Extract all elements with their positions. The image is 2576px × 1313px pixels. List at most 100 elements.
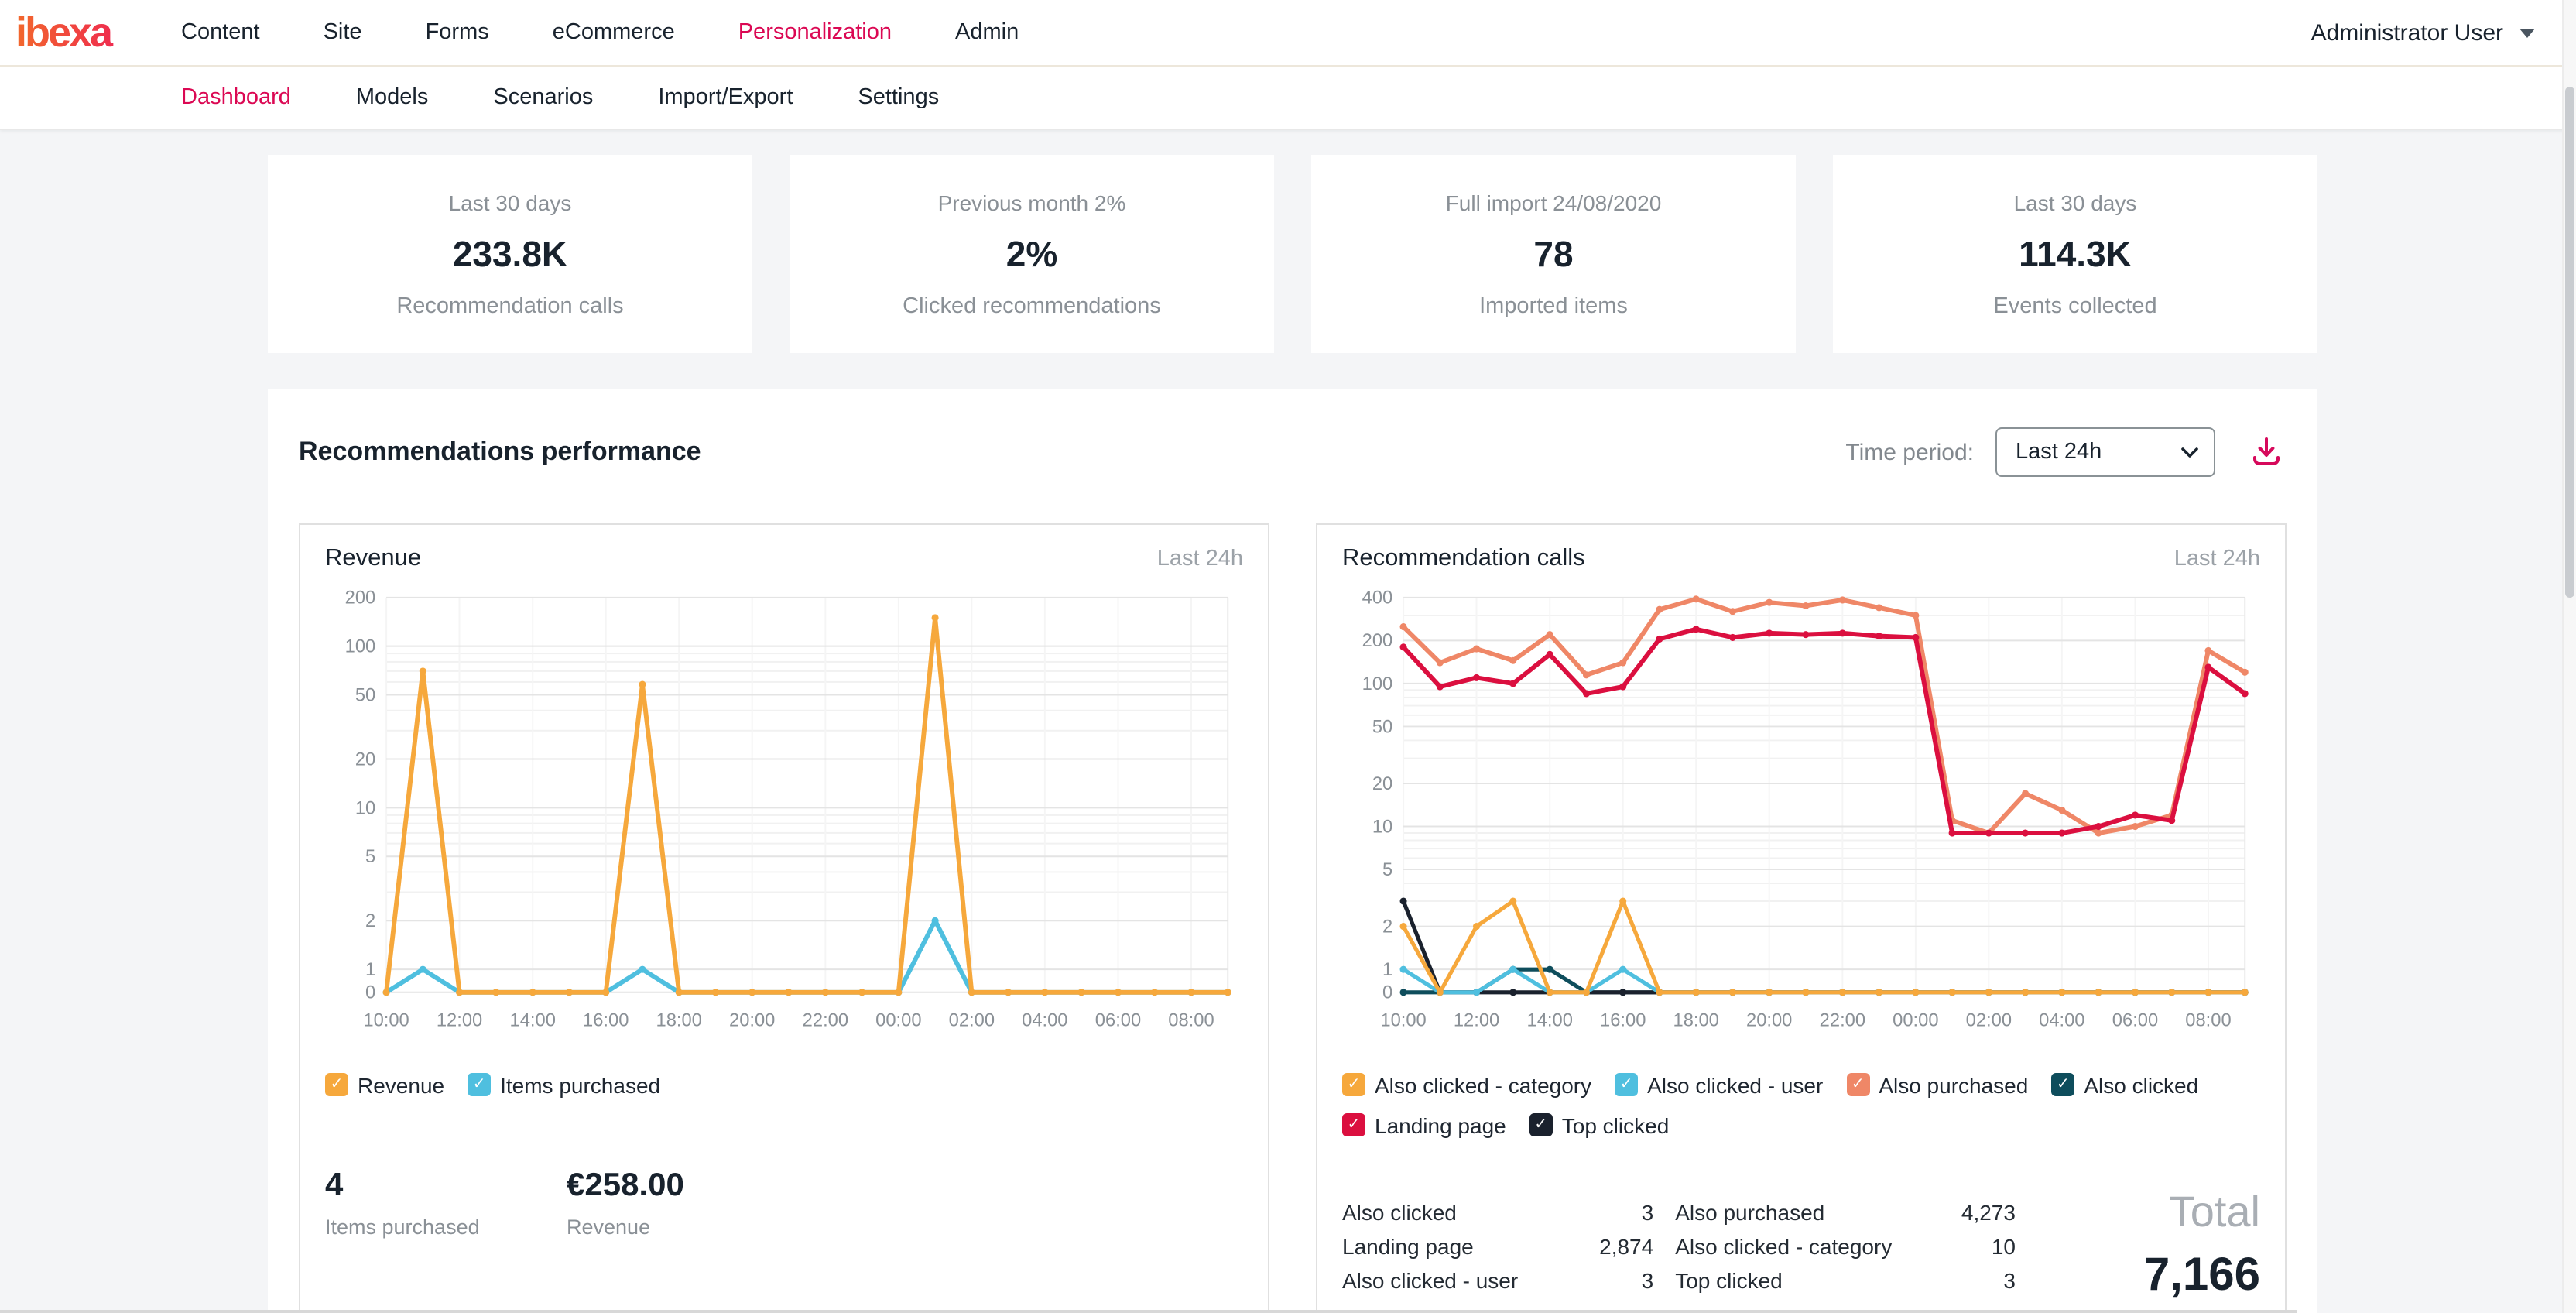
svg-text:04:00: 04:00 xyxy=(1022,1010,1067,1030)
tab-dashboard[interactable]: Dashboard xyxy=(181,85,291,110)
legend-item: Revenue xyxy=(325,1072,444,1097)
calls-summary: Also clicked 3 Also purchased 4,273 Land… xyxy=(1342,1199,2260,1301)
svg-text:00:00: 00:00 xyxy=(1893,1010,1938,1030)
stat-cards-row: Last 30 days 233.8K Recommendation calls… xyxy=(268,155,2317,353)
panel-header: Revenue Last 24h xyxy=(325,545,1243,573)
legend-checkbox[interactable] xyxy=(1530,1113,1553,1136)
legend-label: Also clicked - user xyxy=(1647,1072,1823,1097)
svg-text:0: 0 xyxy=(365,983,375,1003)
summary-value: 4 xyxy=(325,1167,498,1204)
svg-text:06:00: 06:00 xyxy=(2112,1010,2158,1030)
stat-value: 114.3K xyxy=(2019,233,2132,275)
stat-label: Events collected xyxy=(1993,293,2156,318)
svg-text:20: 20 xyxy=(1372,774,1392,794)
svg-text:100: 100 xyxy=(345,637,376,657)
download-button[interactable] xyxy=(2246,432,2287,472)
nav-item-forms[interactable]: Forms xyxy=(426,20,489,45)
svg-text:50: 50 xyxy=(355,685,375,705)
svg-text:04:00: 04:00 xyxy=(2039,1010,2084,1030)
svg-text:14:00: 14:00 xyxy=(510,1010,556,1030)
stat-card-clicked-recommendations: Previous month 2% 2% Clicked recommendat… xyxy=(790,155,1274,353)
svg-text:02:00: 02:00 xyxy=(949,1010,995,1030)
svg-text:1: 1 xyxy=(365,960,375,980)
user-menu-label: Administrator User xyxy=(2311,19,2503,46)
legend-checkbox[interactable] xyxy=(1615,1073,1638,1096)
personalization-sub-nav: Dashboard Models Scenarios Import/Export… xyxy=(0,67,2576,130)
legend-checkbox[interactable] xyxy=(325,1073,348,1096)
download-icon xyxy=(2249,435,2283,469)
tab-models[interactable]: Models xyxy=(356,85,429,110)
summary-label: Revenue xyxy=(567,1215,740,1238)
legend-checkbox[interactable] xyxy=(1342,1113,1365,1136)
revenue-legend: RevenueItems purchased xyxy=(325,1072,1243,1097)
stat-label: Imported items xyxy=(1479,293,1628,318)
nav-item-ecommerce[interactable]: eCommerce xyxy=(553,20,675,45)
summary-row-value: 4,273 xyxy=(1920,1199,2016,1224)
top-bar: ibexa Content Site Forms eCommerce Perso… xyxy=(0,0,2576,67)
panel-period: Last 24h xyxy=(1157,547,1243,571)
summary-row-label: Also clicked xyxy=(1342,1199,1536,1224)
revenue-panel: Revenue Last 24h 200100502010521010:0012… xyxy=(299,523,1269,1313)
charts-row: Revenue Last 24h 200100502010521010:0012… xyxy=(299,523,2287,1313)
summary-row-label: Also clicked - user xyxy=(1342,1267,1536,1292)
legend-label: Revenue xyxy=(358,1072,444,1097)
nav-item-site[interactable]: Site xyxy=(324,20,362,45)
svg-text:16:00: 16:00 xyxy=(583,1010,629,1030)
legend-label: Also clicked - category xyxy=(1375,1072,1591,1097)
nav-item-personalization[interactable]: Personalization xyxy=(738,20,892,45)
chevron-down-icon xyxy=(2181,447,2198,458)
legend-checkbox[interactable] xyxy=(468,1073,491,1096)
svg-text:08:00: 08:00 xyxy=(2185,1010,2231,1030)
recommendations-performance-section: Recommendations performance Time period:… xyxy=(268,389,2317,1313)
calls-legend: Also clicked - category Also clicked - us… xyxy=(1342,1072,2260,1137)
svg-text:1: 1 xyxy=(1382,960,1392,980)
calls-total: Total 7,166 xyxy=(2043,1187,2260,1301)
svg-text:22:00: 22:00 xyxy=(803,1010,848,1030)
time-period-value: Last 24h xyxy=(2016,440,2102,465)
total-label: Total xyxy=(2043,1187,2260,1236)
nav-item-admin[interactable]: Admin xyxy=(955,20,1019,45)
time-period-controls: Time period: Last 24h xyxy=(1845,427,2287,477)
nav-item-content[interactable]: Content xyxy=(181,20,260,45)
stat-caption: Last 30 days xyxy=(2014,190,2137,214)
scrollbar-thumb[interactable] xyxy=(2565,87,2574,598)
summary-row-value: 10 xyxy=(1920,1233,2016,1258)
legend-checkbox[interactable] xyxy=(2051,1073,2074,1096)
summary-row-label: Also purchased xyxy=(1675,1199,1898,1224)
revenue-chart: 200100502010521010:0012:0014:0016:0018:0… xyxy=(325,585,1243,1044)
section-divider xyxy=(0,1310,2297,1313)
revenue-summary: 4 Items purchased €258.00 Revenue xyxy=(325,1167,1243,1238)
user-menu[interactable]: Administrator User xyxy=(2311,19,2536,46)
legend-checkbox[interactable] xyxy=(1342,1073,1365,1096)
svg-text:10:00: 10:00 xyxy=(363,1010,409,1030)
svg-text:2: 2 xyxy=(1382,917,1392,938)
time-period-select[interactable]: Last 24h xyxy=(1995,427,2215,477)
legend-checkbox[interactable] xyxy=(1846,1073,1869,1096)
legend-label: Landing page xyxy=(1375,1112,1506,1137)
summary-row-value: 3 xyxy=(1557,1267,1653,1292)
svg-text:200: 200 xyxy=(345,588,376,609)
svg-text:22:00: 22:00 xyxy=(1820,1010,1865,1030)
ibexa-logo[interactable]: ibexa xyxy=(15,12,164,53)
tab-import-export[interactable]: Import/Export xyxy=(658,85,793,110)
stat-value: 78 xyxy=(1533,233,1573,275)
time-period-label: Time period: xyxy=(1845,439,1974,465)
svg-text:12:00: 12:00 xyxy=(1454,1010,1499,1030)
tab-scenarios[interactable]: Scenarios xyxy=(493,85,593,110)
panel-title: Revenue xyxy=(325,545,421,573)
svg-text:10: 10 xyxy=(355,798,375,818)
scrollbar[interactable] xyxy=(2562,0,2576,1313)
svg-text:5: 5 xyxy=(365,847,375,867)
items-purchased-summary: 4 Items purchased xyxy=(325,1167,498,1238)
legend-item: Landing page xyxy=(1342,1112,1506,1137)
calls-summary-table: Also clicked 3 Also purchased 4,273 Land… xyxy=(1342,1199,2016,1292)
svg-text:14:00: 14:00 xyxy=(1527,1010,1573,1030)
legend-item: Top clicked xyxy=(1530,1112,1670,1137)
svg-text:16:00: 16:00 xyxy=(1600,1010,1646,1030)
stat-card-recommendation-calls: Last 30 days 233.8K Recommendation calls xyxy=(268,155,752,353)
tab-settings[interactable]: Settings xyxy=(858,85,939,110)
svg-text:10: 10 xyxy=(1372,817,1392,837)
section-title: Recommendations performance xyxy=(299,437,701,468)
svg-text:0: 0 xyxy=(1382,983,1392,1003)
svg-text:2: 2 xyxy=(365,911,375,931)
